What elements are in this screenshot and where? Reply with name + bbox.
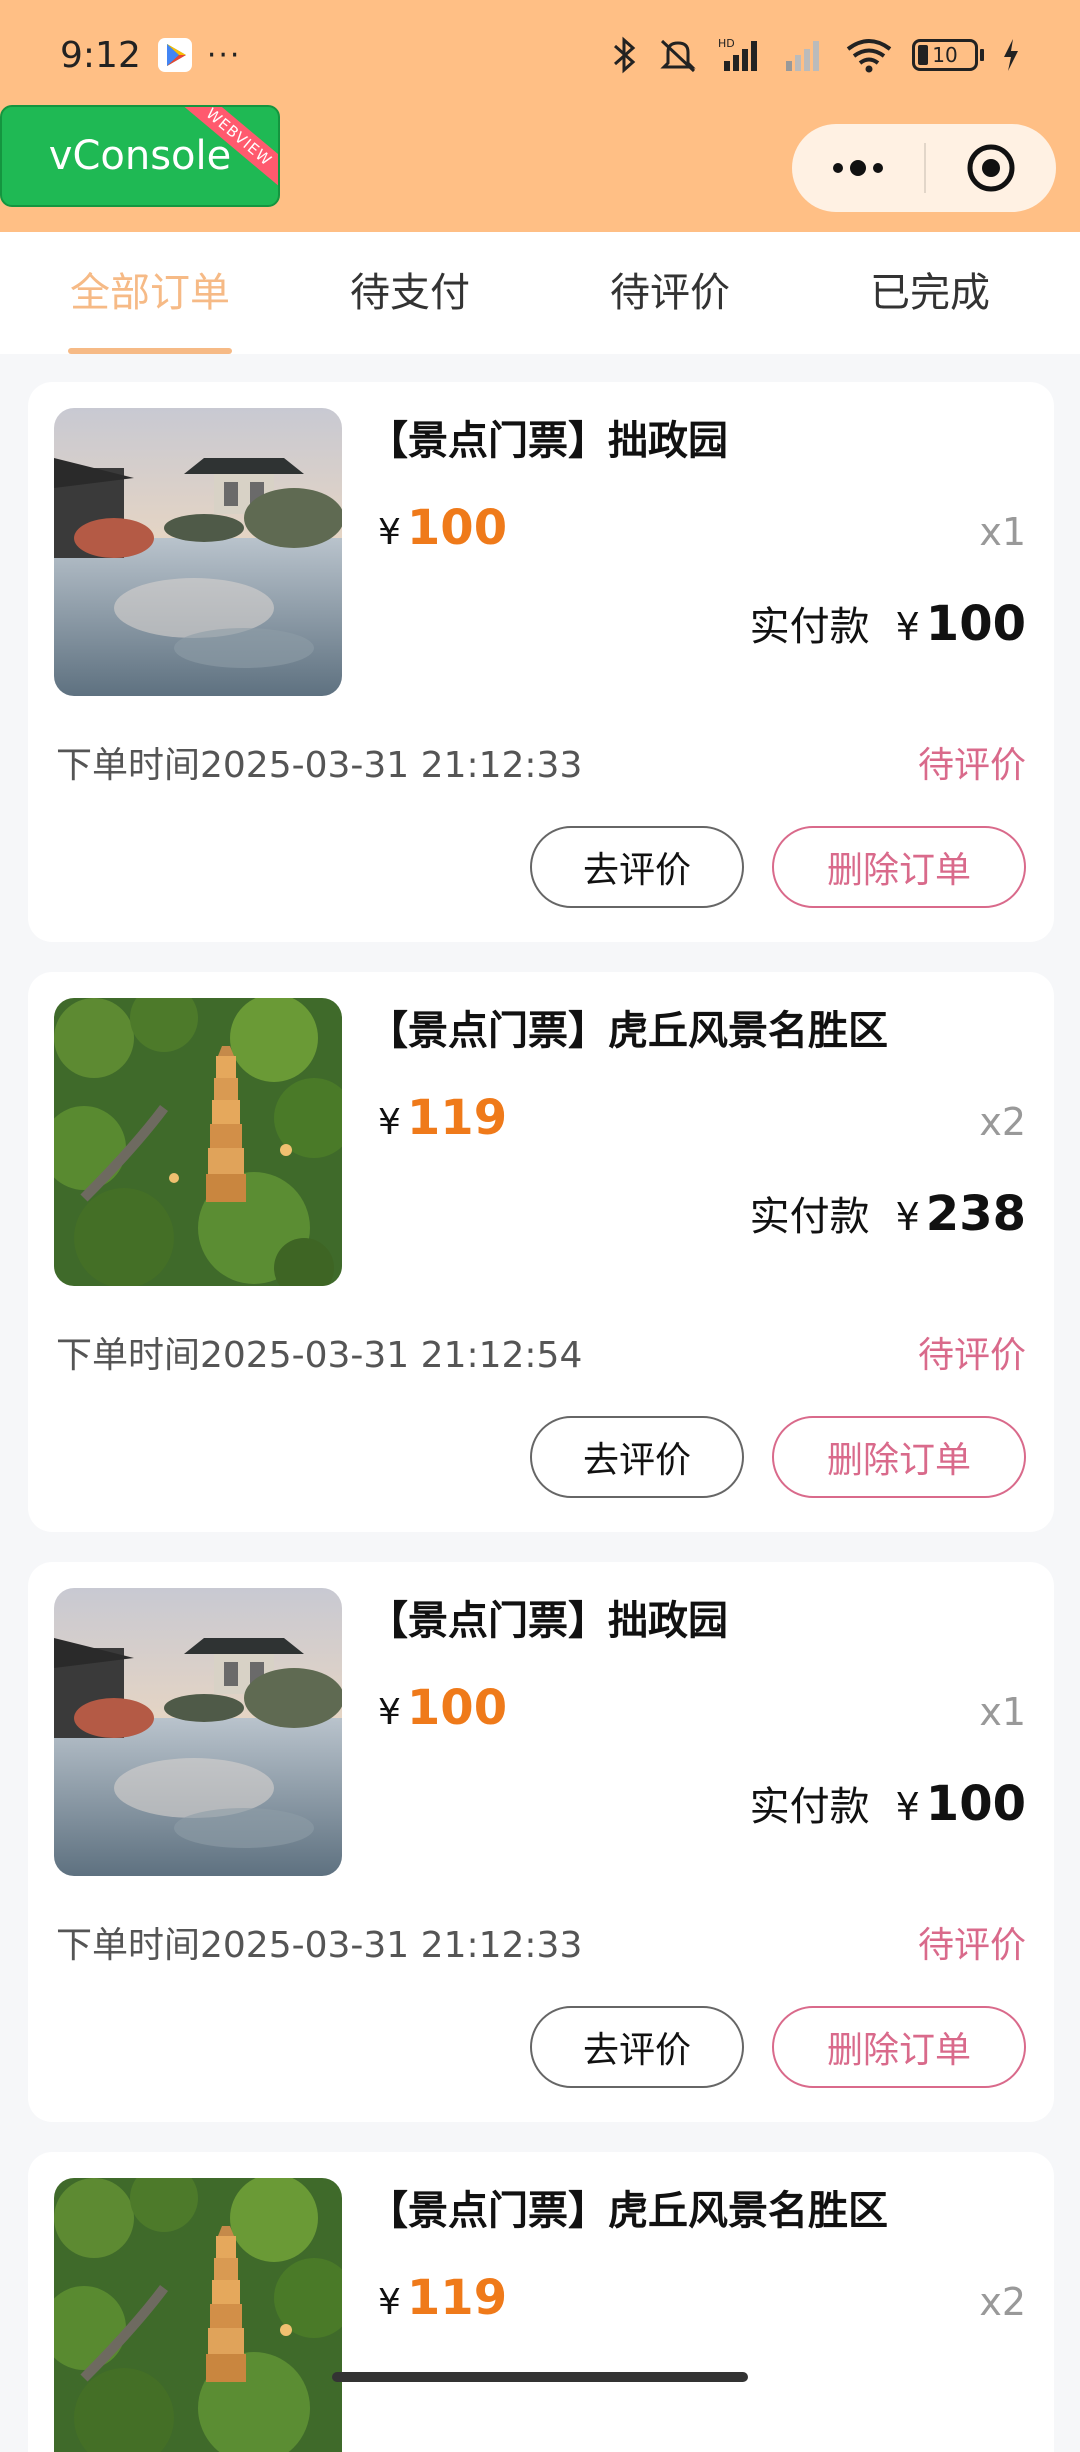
signal-weak-icon bbox=[782, 35, 826, 75]
currency-symbol: ¥ bbox=[378, 2282, 401, 2323]
order-image-pagoda[interactable] bbox=[54, 2178, 342, 2452]
unit-price: ¥ 119 bbox=[378, 2270, 507, 2326]
tab-all-orders[interactable]: 全部订单 bbox=[20, 232, 280, 354]
more-dots-icon bbox=[833, 160, 883, 176]
svg-text:HD: HD bbox=[718, 37, 735, 50]
order-title: 【景点门票】拙政园 bbox=[368, 1598, 728, 1644]
unit-price: ¥ 100 bbox=[378, 1680, 507, 1736]
order-status: 待评价 bbox=[917, 1335, 1026, 1376]
paid-value: 100 bbox=[925, 1776, 1026, 1832]
currency-symbol: ¥ bbox=[895, 605, 920, 649]
review-button[interactable]: 去评价 bbox=[530, 1416, 744, 1498]
status-time: 9:12 bbox=[60, 34, 141, 76]
order-card[interactable]: 【景点门票】拙政园 ¥ 100 x1 实付款 ¥ 100 下单时间2025-03… bbox=[28, 1562, 1054, 2122]
price-value: 119 bbox=[406, 2270, 508, 2326]
vconsole-button[interactable]: vConsole WEBVIEW bbox=[0, 105, 280, 207]
currency-symbol: ¥ bbox=[378, 512, 401, 553]
currency-symbol: ¥ bbox=[895, 1195, 920, 1239]
delete-order-button[interactable]: 删除订单 bbox=[772, 826, 1026, 908]
bluetooth-icon bbox=[612, 35, 638, 75]
notification-more: ··· bbox=[206, 37, 242, 73]
price-value: 100 bbox=[406, 500, 508, 556]
order-status: 待评价 bbox=[917, 1925, 1026, 1966]
tab-pending-review[interactable]: 待评价 bbox=[540, 232, 800, 354]
delete-order-button[interactable]: 删除订单 bbox=[772, 1416, 1026, 1498]
quantity: x2 bbox=[979, 2280, 1026, 2324]
order-status: 待评价 bbox=[917, 745, 1026, 786]
amount-paid: 实付款 ¥ 100 bbox=[750, 1774, 1026, 1832]
unit-price: ¥ 100 bbox=[378, 500, 507, 556]
currency-symbol: ¥ bbox=[378, 1692, 401, 1733]
order-card[interactable]: 【景点门票】拙政园 ¥ 100 x1 实付款 ¥ 100 下单时间2025-03… bbox=[28, 382, 1054, 942]
paid-value: 238 bbox=[925, 1186, 1026, 1242]
quantity: x1 bbox=[979, 510, 1026, 554]
order-time: 下单时间2025-03-31 21:12:33 bbox=[56, 745, 583, 786]
amount-paid: 实付款 ¥ 100 bbox=[750, 594, 1026, 652]
close-target-icon bbox=[967, 144, 1015, 192]
tab-pending-payment[interactable]: 待支付 bbox=[280, 232, 540, 354]
paid-value: 100 bbox=[925, 596, 1026, 652]
currency-symbol: ¥ bbox=[378, 1102, 401, 1143]
review-button[interactable]: 去评价 bbox=[530, 826, 744, 908]
price-value: 119 bbox=[406, 1090, 508, 1146]
order-title: 【景点门票】虎丘风景名胜区 bbox=[368, 2188, 888, 2234]
home-indicator[interactable] bbox=[332, 2372, 748, 2382]
status-bar: 9:12 ··· HD 10 bbox=[0, 0, 1080, 110]
price-value: 100 bbox=[406, 1680, 508, 1736]
paid-label: 实付款 bbox=[749, 604, 870, 650]
quantity: x2 bbox=[979, 1100, 1026, 1144]
play-store-icon bbox=[157, 37, 193, 73]
order-card[interactable]: 【景点门票】虎丘风景名胜区 ¥ 119 x2 实付款 ¥ 238 下单时间202… bbox=[28, 972, 1054, 1532]
vconsole-label: vConsole bbox=[48, 133, 232, 179]
tab-completed[interactable]: 已完成 bbox=[800, 232, 1060, 354]
order-image-garden[interactable] bbox=[54, 408, 342, 696]
quantity: x1 bbox=[979, 1690, 1026, 1734]
unit-price: ¥ 119 bbox=[378, 1090, 507, 1146]
wifi-icon bbox=[844, 35, 894, 75]
battery-icon: 10 bbox=[912, 39, 984, 71]
mute-bell-icon bbox=[656, 35, 700, 75]
header: 9:12 ··· HD 10 vConsole WEBVIEW bbox=[0, 0, 1080, 232]
order-image-pagoda[interactable] bbox=[54, 998, 342, 1286]
currency-symbol: ¥ bbox=[895, 1785, 920, 1829]
order-image-garden[interactable] bbox=[54, 1588, 342, 1876]
close-button[interactable] bbox=[926, 124, 1056, 212]
delete-order-button[interactable]: 删除订单 bbox=[772, 2006, 1026, 2088]
order-time: 下单时间2025-03-31 21:12:54 bbox=[56, 1335, 583, 1376]
paid-label: 实付款 bbox=[749, 1194, 870, 1240]
order-card[interactable]: 【景点门票】虎丘风景名胜区 ¥ 119 x2 bbox=[28, 2152, 1054, 2452]
amount-paid: 实付款 ¥ 238 bbox=[750, 1184, 1026, 1242]
signal-hd-icon: HD bbox=[718, 35, 764, 75]
more-button[interactable] bbox=[792, 124, 924, 212]
charging-icon bbox=[1002, 38, 1020, 72]
order-time: 下单时间2025-03-31 21:12:33 bbox=[56, 1925, 583, 1966]
order-tabs: 全部订单 待支付 待评价 已完成 bbox=[0, 232, 1080, 354]
battery-level: 10 bbox=[932, 43, 958, 67]
mini-program-capsule bbox=[792, 124, 1056, 212]
paid-label: 实付款 bbox=[749, 1784, 870, 1830]
review-button[interactable]: 去评价 bbox=[530, 2006, 744, 2088]
order-title: 【景点门票】拙政园 bbox=[368, 418, 728, 464]
order-title: 【景点门票】虎丘风景名胜区 bbox=[368, 1008, 888, 1054]
